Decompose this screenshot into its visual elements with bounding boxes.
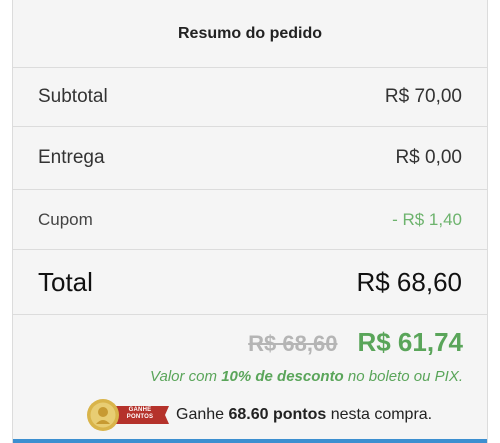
pix-prices: R$ 68,60 R$ 61,74 — [37, 327, 463, 358]
pix-discount-block: R$ 68,60 R$ 61,74 Valor com 10% de desco… — [13, 315, 487, 435]
shipping-label: Entrega — [38, 147, 105, 168]
summary-title: Resumo do pedido — [13, 0, 487, 68]
total-row: Total R$ 68,60 — [13, 250, 487, 315]
points-text-suffix: nesta compra. — [326, 406, 433, 423]
total-label: Total — [38, 266, 93, 297]
points-row: GANHE PONTOS Ganhe 68.60 pontos nesta co… — [37, 395, 463, 435]
shipping-row: Entrega R$ 0,00 — [13, 127, 487, 190]
old-price: R$ 68,60 — [248, 331, 338, 356]
pix-discount-note: Valor com 10% de desconto no boleto ou P… — [37, 368, 463, 385]
coupon-value: - R$ 1,40 — [392, 209, 462, 229]
order-summary-card: Resumo do pedido Subtotal R$ 70,00 Entre… — [12, 0, 488, 443]
coupon-label: Cupom — [38, 209, 93, 229]
points-badge-icon: GANHE PONTOS — [85, 397, 171, 433]
bottom-accent-bar — [13, 439, 487, 443]
pix-note-suffix: no boleto ou PIX. — [343, 368, 463, 385]
subtotal-row: Subtotal R$ 70,00 — [13, 68, 487, 127]
points-text-prefix: Ganhe — [176, 406, 229, 423]
discounted-price: R$ 61,74 — [357, 327, 463, 357]
pix-note-discount: 10% de desconto — [221, 368, 344, 385]
subtotal-value: R$ 70,00 — [384, 86, 462, 107]
total-value: R$ 68,60 — [356, 266, 462, 297]
coupon-row: Cupom - R$ 1,40 — [13, 190, 487, 250]
pix-note-prefix: Valor com — [150, 368, 222, 385]
points-amount: 68.60 pontos — [228, 406, 327, 423]
subtotal-label: Subtotal — [38, 86, 108, 107]
points-badge-label: GANHE PONTOS — [126, 407, 154, 420]
shipping-value: R$ 0,00 — [395, 147, 462, 168]
points-text: Ganhe 68.60 pontos nesta compra. — [176, 406, 432, 424]
